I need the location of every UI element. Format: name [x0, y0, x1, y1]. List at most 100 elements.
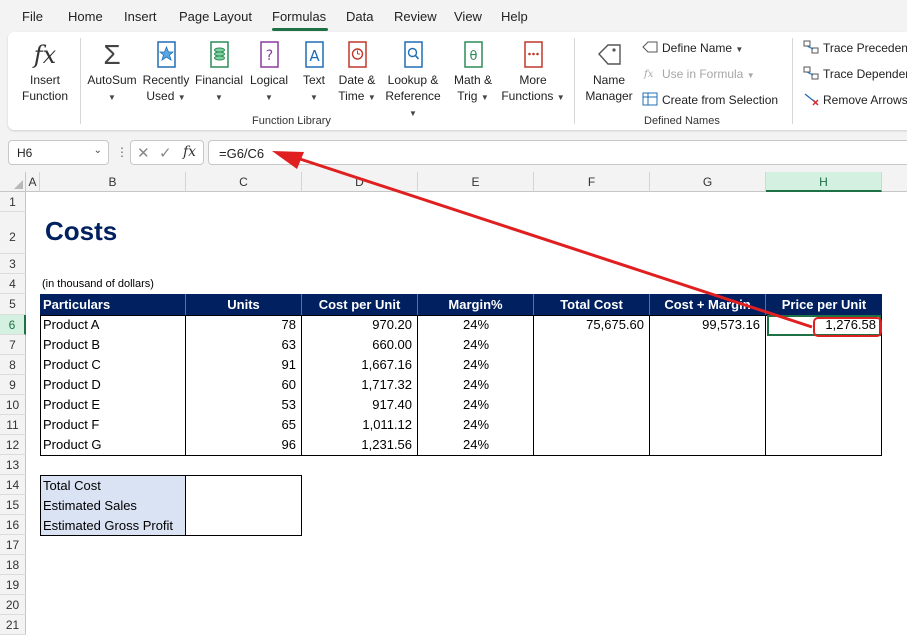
sheet-title[interactable]: Costs: [45, 216, 117, 247]
cell-b8[interactable]: Product C: [40, 357, 186, 372]
header-units[interactable]: Units: [186, 294, 302, 315]
row-header-20[interactable]: 20: [0, 595, 26, 615]
column-header-h[interactable]: H: [766, 172, 882, 192]
cell-e6[interactable]: 24%: [418, 317, 534, 332]
row-header-10[interactable]: 10: [0, 395, 26, 415]
cell-f6[interactable]: 75,675.60: [534, 317, 650, 332]
header-cost-margin[interactable]: Cost + Margin: [650, 294, 766, 315]
header-cost-per-unit[interactable]: Cost per Unit: [302, 294, 418, 315]
units-note[interactable]: (in thousand of dollars): [42, 278, 154, 290]
cell-e11[interactable]: 24%: [418, 417, 534, 432]
column-header-next[interactable]: [882, 172, 907, 192]
cell-b10[interactable]: Product E: [40, 397, 186, 412]
name-manager-button[interactable]: Name Manager: [580, 40, 638, 104]
formula-input[interactable]: =G6/C6: [208, 140, 907, 165]
cell-c7[interactable]: 63: [186, 337, 302, 352]
row-header-3[interactable]: 3: [0, 254, 26, 274]
cell-c12[interactable]: 96: [186, 437, 302, 452]
column-header-b[interactable]: B: [40, 172, 186, 192]
row-header-18[interactable]: 18: [0, 555, 26, 575]
trace-precedents-button[interactable]: Trace Precedents: [803, 40, 907, 55]
cell-g6[interactable]: 99,573.16: [650, 317, 766, 332]
row-header-7[interactable]: 7: [0, 335, 26, 355]
cell-e8[interactable]: 24%: [418, 357, 534, 372]
recently-used-button[interactable]: Recently Used ▼: [140, 40, 192, 106]
cell-d7[interactable]: 660.00: [302, 337, 418, 352]
cell-b12[interactable]: Product G: [40, 437, 186, 452]
cell-b9[interactable]: Product D: [40, 377, 186, 392]
column-header-e[interactable]: E: [418, 172, 534, 192]
tab-data[interactable]: Data: [346, 9, 373, 24]
row-header-16[interactable]: 16: [0, 515, 26, 535]
tab-file[interactable]: File: [22, 9, 43, 24]
insert-function-button[interactable]: fx Insert Function: [14, 40, 76, 104]
row-header-1[interactable]: 1: [0, 192, 26, 212]
cell-e10[interactable]: 24%: [418, 397, 534, 412]
column-header-a[interactable]: A: [26, 172, 40, 192]
create-from-selection-button[interactable]: Create from Selection: [642, 92, 778, 107]
logical-button[interactable]: ? Logical ▼: [246, 40, 292, 106]
cell-e7[interactable]: 24%: [418, 337, 534, 352]
text-button[interactable]: A Text ▼: [296, 40, 332, 106]
cell-c11[interactable]: 65: [186, 417, 302, 432]
math-trig-button[interactable]: θ Math & Trig ▼: [448, 40, 498, 106]
column-header-d[interactable]: D: [302, 172, 418, 192]
row-header-12[interactable]: 12: [0, 435, 26, 455]
cell-c9[interactable]: 60: [186, 377, 302, 392]
use-in-formula-button[interactable]: fx Use in Formula ▼: [642, 66, 755, 81]
row-header-6[interactable]: 6: [0, 315, 26, 335]
row-header-4[interactable]: 4: [0, 274, 26, 294]
cancel-icon[interactable]: ✕: [137, 144, 150, 162]
cell-d8[interactable]: 1,667.16: [302, 357, 418, 372]
row-header-9[interactable]: 9: [0, 375, 26, 395]
cell-d9[interactable]: 1,717.32: [302, 377, 418, 392]
remove-arrows-button[interactable]: Remove Arrows: [803, 92, 907, 107]
cell-d6[interactable]: 970.20: [302, 317, 418, 332]
autosum-button[interactable]: Σ AutoSum ▼: [82, 40, 142, 106]
more-functions-button[interactable]: More Functions ▼: [500, 40, 566, 106]
header-total-cost[interactable]: Total Cost: [534, 294, 650, 315]
date-time-button[interactable]: Date & Time ▼: [334, 40, 380, 106]
row-header-11[interactable]: 11: [0, 415, 26, 435]
row-header-5[interactable]: 5: [0, 294, 26, 315]
chevron-down-icon[interactable]: ⌄: [94, 145, 102, 156]
insert-function-icon[interactable]: fx: [183, 144, 196, 160]
cell-d12[interactable]: 1,231.56: [302, 437, 418, 452]
select-all-corner[interactable]: [0, 172, 26, 192]
row-header-21[interactable]: 21: [0, 615, 26, 635]
row-header-19[interactable]: 19: [0, 575, 26, 595]
column-header-f[interactable]: F: [534, 172, 650, 192]
cell-b7[interactable]: Product B: [40, 337, 186, 352]
tab-formulas[interactable]: Formulas: [272, 9, 326, 24]
tab-insert[interactable]: Insert: [124, 9, 157, 24]
cell-e12[interactable]: 24%: [418, 437, 534, 452]
cell-d10[interactable]: 917.40: [302, 397, 418, 412]
column-header-g[interactable]: G: [650, 172, 766, 192]
cell-c10[interactable]: 53: [186, 397, 302, 412]
tab-view[interactable]: View: [454, 9, 482, 24]
row-header-14[interactable]: 14: [0, 475, 26, 495]
lookup-reference-button[interactable]: Lookup & Reference ▼: [382, 40, 444, 122]
header-price-per-unit[interactable]: Price per Unit: [766, 294, 882, 315]
column-header-c[interactable]: C: [186, 172, 302, 192]
row-header-15[interactable]: 15: [0, 495, 26, 515]
name-box[interactable]: H6 ⌄: [8, 140, 109, 165]
row-header-17[interactable]: 17: [0, 535, 26, 555]
row-header-13[interactable]: 13: [0, 455, 26, 475]
row-header-2[interactable]: 2: [0, 212, 26, 254]
tab-review[interactable]: Review: [394, 9, 437, 24]
header-margin[interactable]: Margin%: [418, 294, 534, 315]
define-name-button[interactable]: Define Name ▼: [642, 40, 743, 55]
cell-c6[interactable]: 78: [186, 317, 302, 332]
financial-button[interactable]: Financial ▼: [194, 40, 244, 106]
cell-b11[interactable]: Product F: [40, 417, 186, 432]
header-particulars[interactable]: Particulars: [40, 294, 186, 315]
tab-help[interactable]: Help: [501, 9, 528, 24]
tab-page-layout[interactable]: Page Layout: [179, 9, 252, 24]
cell-b6[interactable]: Product A: [40, 317, 186, 332]
trace-dependents-button[interactable]: Trace Dependents: [803, 66, 907, 81]
cell-d11[interactable]: 1,011.12: [302, 417, 418, 432]
cell-c8[interactable]: 91: [186, 357, 302, 372]
tab-home[interactable]: Home: [68, 9, 103, 24]
row-header-8[interactable]: 8: [0, 355, 26, 375]
